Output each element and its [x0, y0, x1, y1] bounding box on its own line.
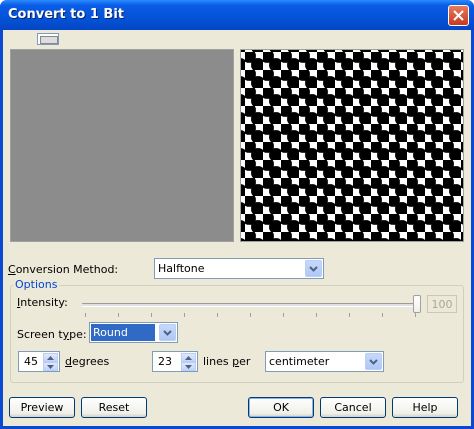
close-button[interactable]	[448, 5, 469, 26]
intensity-value: 100	[427, 295, 457, 313]
dialog-window: Convert to 1 Bit Conversion Method: Half…	[0, 0, 474, 429]
chevron-down-icon[interactable]	[305, 260, 322, 277]
original-preview	[10, 49, 234, 242]
screen-type-select[interactable]: Round	[89, 322, 178, 343]
intensity-slider-track[interactable]	[82, 303, 420, 307]
preview-button[interactable]: Preview	[9, 397, 75, 418]
spin-down-icon[interactable]	[43, 362, 58, 371]
close-icon	[453, 10, 464, 21]
chevron-down-icon[interactable]	[365, 353, 382, 370]
toggle-preview-icon[interactable]	[37, 33, 59, 45]
screen-type-label: Screen type:	[17, 328, 87, 341]
conversion-method-label: Conversion Method:	[8, 263, 119, 276]
ok-button[interactable]: OK	[248, 397, 314, 418]
degrees-label: degrees	[65, 355, 110, 368]
lines-per-label: lines per	[203, 355, 251, 368]
conversion-method-select[interactable]: Halftone	[154, 258, 324, 279]
spin-up-icon[interactable]	[181, 353, 196, 362]
halftone-preview-image	[241, 50, 463, 241]
title-bar[interactable]: Convert to 1 Bit	[0, 0, 474, 30]
chevron-down-icon[interactable]	[159, 324, 176, 341]
dialog-client: Conversion Method: Halftone Options Inte…	[3, 30, 471, 426]
degrees-spinner[interactable]: 45	[18, 351, 60, 372]
lines-spinner[interactable]: 23	[152, 351, 198, 372]
help-button[interactable]: Help	[392, 397, 458, 418]
window-title: Convert to 1 Bit	[8, 7, 124, 22]
intensity-label: Intensity:	[17, 296, 68, 309]
spin-up-icon[interactable]	[43, 353, 58, 362]
options-group-title: Options	[13, 278, 60, 291]
reset-button[interactable]: Reset	[81, 397, 147, 418]
unit-select[interactable]: centimeter	[265, 351, 384, 372]
cancel-button[interactable]: Cancel	[320, 397, 386, 418]
intensity-slider-thumb[interactable]	[413, 295, 421, 313]
converted-preview	[240, 49, 464, 242]
spin-down-icon[interactable]	[181, 362, 196, 371]
